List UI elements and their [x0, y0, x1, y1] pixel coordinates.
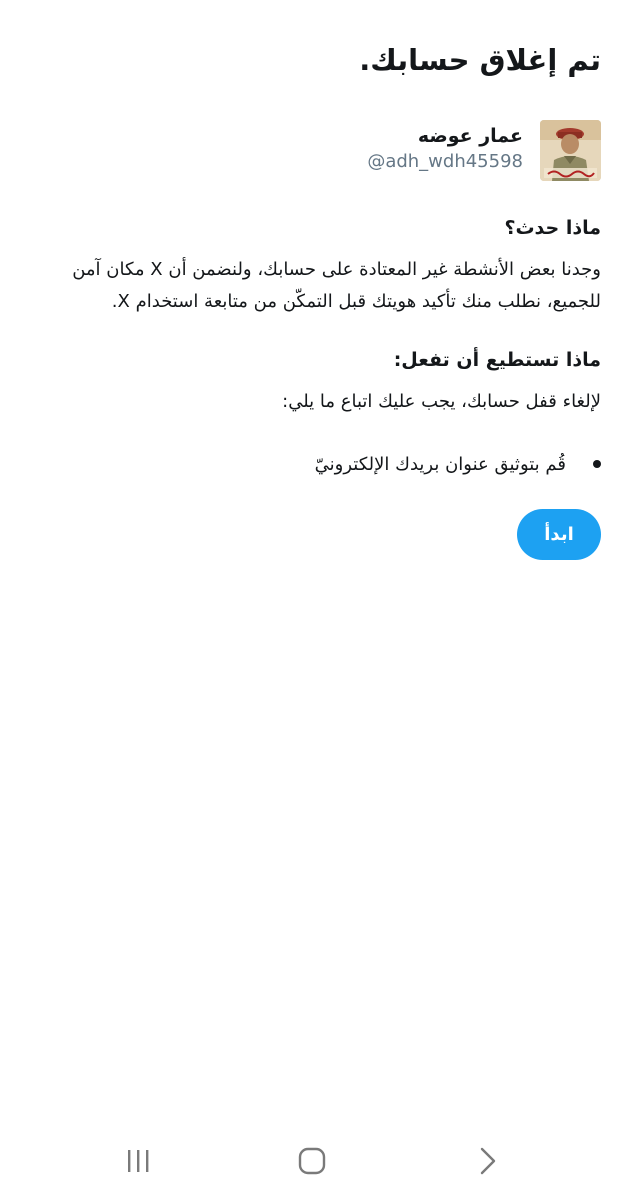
page-title: تم إغلاق حسابك. — [359, 43, 601, 77]
account-card: عمار عوضه @adh_wdh45598 — [21, 120, 601, 184]
home-icon[interactable] — [282, 1138, 342, 1184]
what-to-do-text: لإلغاء قفل حسابك، يجب عليك اتباع ما يلي: — [282, 391, 601, 412]
username-handle: @adh_wdh45598 — [367, 151, 523, 172]
bullet-icon — [593, 460, 601, 468]
recent-apps-icon[interactable] — [108, 1138, 168, 1184]
account-locked-page: تم إغلاق حسابك. عمار عوضه @adh_wdh45598 … — [0, 0, 621, 1200]
start-button[interactable]: ابدأ — [517, 509, 601, 560]
system-nav-bar — [0, 1120, 621, 1200]
step-item: قُم بتوثيق عنوان بريدك الإلكترونيّ — [314, 454, 566, 475]
what-happened-text: وجدنا بعض الأنشطة غير المعتادة على حسابك… — [72, 259, 601, 312]
back-icon[interactable] — [456, 1138, 516, 1184]
what-happened-heading: ماذا حدث؟ — [504, 217, 601, 239]
display-name: عمار عوضه — [417, 125, 523, 147]
avatar — [540, 120, 601, 181]
what-to-do-heading: ماذا تستطيع أن تفعل: — [393, 349, 601, 371]
